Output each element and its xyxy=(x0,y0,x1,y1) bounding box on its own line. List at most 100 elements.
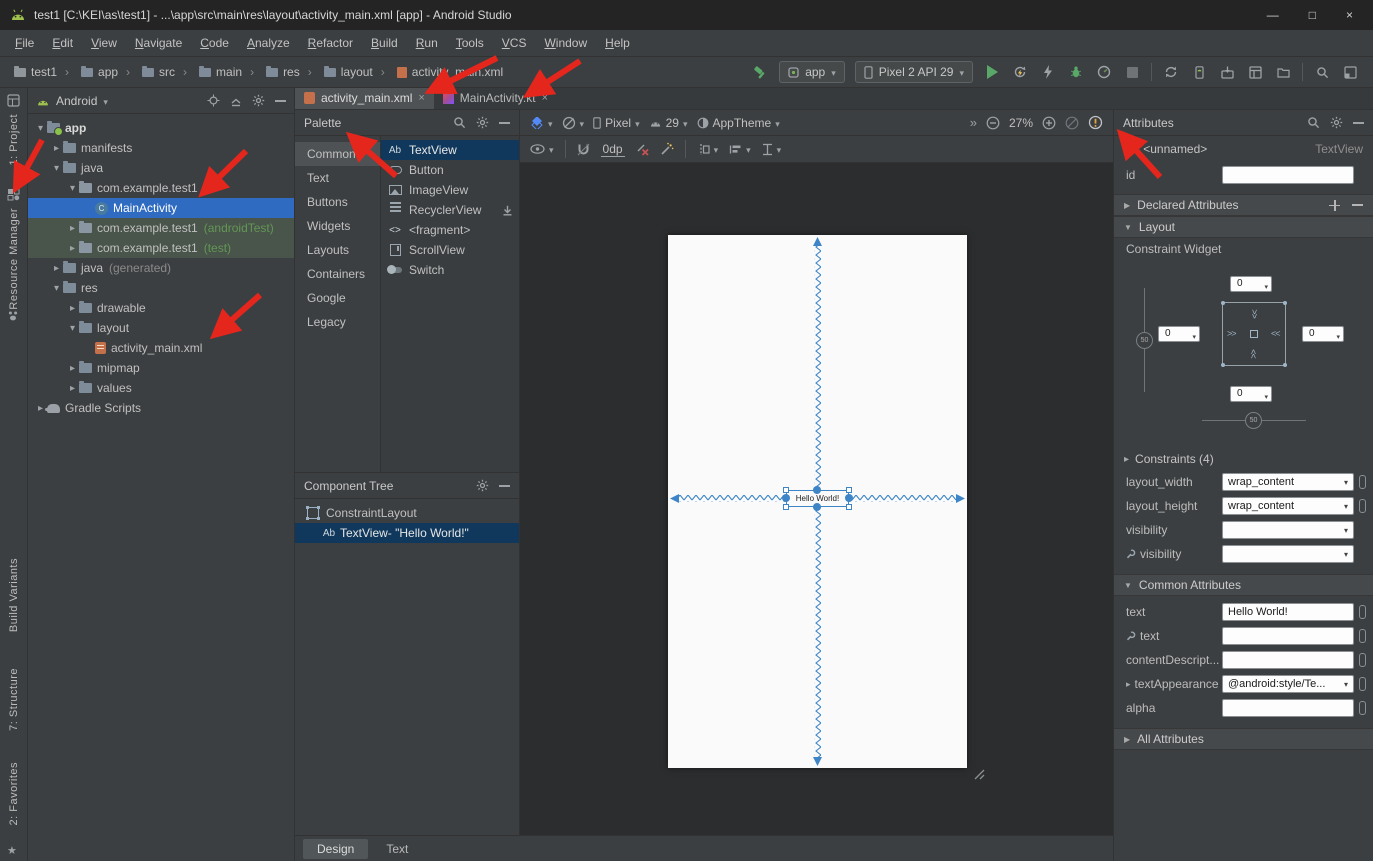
text-input[interactable]: Hello World! xyxy=(1222,603,1354,621)
close-tab-icon[interactable]: × xyxy=(542,92,548,104)
chevron-expanded-icon[interactable] xyxy=(66,183,79,194)
tab-mainactivity-kt[interactable]: MainActivity.kt × xyxy=(434,87,557,109)
margin-right-combo[interactable]: 0 xyxy=(1302,326,1344,342)
palette-item-imageview[interactable]: ImageView xyxy=(381,180,519,200)
menu-navigate[interactable]: Navigate xyxy=(126,32,191,54)
device-file-explorer-icon[interactable] xyxy=(1274,63,1292,81)
tree-item-java[interactable]: java xyxy=(28,158,294,178)
chevron-collapsed-icon[interactable] xyxy=(50,143,63,154)
resource-picker-flag[interactable] xyxy=(1359,475,1366,489)
menu-file[interactable]: File xyxy=(6,32,43,54)
device-menu[interactable]: Pixel xyxy=(593,116,640,130)
issues-icon[interactable] xyxy=(1088,115,1103,130)
run-button[interactable] xyxy=(983,63,1001,81)
tree-item-manifests[interactable]: manifests xyxy=(28,138,294,158)
palette-category-text[interactable]: Text xyxy=(295,166,380,190)
device-canvas[interactable]: Hello World! xyxy=(668,235,967,768)
autoconnect-magnet-icon[interactable] xyxy=(577,143,590,156)
wrap-spring-top[interactable] xyxy=(1250,309,1259,318)
zoom-out-icon[interactable] xyxy=(986,116,1000,130)
zoom-level[interactable]: 27% xyxy=(1009,116,1033,130)
expand-icon[interactable]: ▸ xyxy=(1126,679,1131,690)
menu-tools[interactable]: Tools xyxy=(447,32,493,54)
resource-picker-flag[interactable] xyxy=(1359,629,1366,643)
chevron-expanded-icon[interactable] xyxy=(50,283,63,294)
chevron-collapsed-icon[interactable] xyxy=(50,263,63,274)
resize-handle-bottom-left[interactable] xyxy=(783,504,789,510)
alpha-input[interactable] xyxy=(1222,699,1354,717)
sdk-manager-icon[interactable] xyxy=(1218,63,1236,81)
palette-category-containers[interactable]: Containers xyxy=(295,262,380,286)
chevron-collapsed-icon[interactable] xyxy=(66,243,79,254)
chevron-expanded-icon[interactable] xyxy=(66,323,79,334)
resource-picker-flag[interactable] xyxy=(1359,499,1366,513)
tree-item-mainactivity[interactable]: MainActivity xyxy=(28,198,294,218)
build-hammer-icon[interactable] xyxy=(751,63,769,81)
tree-item-package-test[interactable]: com.example.test1(test) xyxy=(28,238,294,258)
menu-edit[interactable]: Edit xyxy=(43,32,82,54)
tree-item-java-generated[interactable]: java(generated) xyxy=(28,258,294,278)
text-mode-tab[interactable]: Text xyxy=(372,839,422,859)
tool-window-project[interactable]: 1: Project xyxy=(8,114,20,165)
palette-category-legacy[interactable]: Legacy xyxy=(295,310,380,334)
horizontal-bias-handle[interactable]: 50 xyxy=(1245,412,1262,429)
sync-project-icon[interactable] xyxy=(1162,63,1180,81)
breadcrumb-main[interactable]: main xyxy=(179,65,246,79)
tree-item-layout[interactable]: layout xyxy=(28,318,294,338)
palette-item-fragment[interactable]: <><fragment> xyxy=(381,220,519,240)
default-margin-selector[interactable]: 0dp xyxy=(601,142,625,157)
resource-picker-flag[interactable] xyxy=(1359,701,1366,715)
tree-item-drawable[interactable]: drawable xyxy=(28,298,294,318)
close-button[interactable]: × xyxy=(1346,8,1353,22)
tool-window-resource-manager[interactable]: Resource Manager xyxy=(8,208,20,310)
breadcrumb-app[interactable]: app xyxy=(61,65,122,79)
chevron-collapsed-icon[interactable] xyxy=(66,303,79,314)
tree-item-res[interactable]: res xyxy=(28,278,294,298)
margin-left-combo[interactable]: 0 xyxy=(1158,326,1200,342)
menu-help[interactable]: Help xyxy=(596,32,639,54)
search-icon[interactable] xyxy=(453,116,466,129)
pin-stripe-icon[interactable] xyxy=(7,310,19,322)
menu-run[interactable]: Run xyxy=(407,32,447,54)
minimize-button[interactable]: — xyxy=(1267,8,1279,22)
star-icon[interactable]: ★ xyxy=(7,844,17,857)
palette-category-layouts[interactable]: Layouts xyxy=(295,238,380,262)
content-description-input[interactable] xyxy=(1222,651,1354,669)
layout-section[interactable]: Layout xyxy=(1114,216,1373,238)
component-tree-textview[interactable]: AbTextView- "Hello World!" xyxy=(295,523,519,543)
download-icon[interactable] xyxy=(502,205,513,216)
apply-changes-icon[interactable] xyxy=(1011,63,1029,81)
maximize-button[interactable]: □ xyxy=(1309,8,1316,22)
menu-code[interactable]: Code xyxy=(191,32,238,54)
declared-attributes-section[interactable]: Declared Attributes xyxy=(1114,194,1373,216)
vertical-bias-handle[interactable]: 50 xyxy=(1136,332,1153,349)
layout-inspector-icon[interactable] xyxy=(1246,63,1264,81)
chevron-collapsed-icon[interactable] xyxy=(66,223,79,234)
tools-text-input[interactable] xyxy=(1222,627,1354,645)
wrap-spring-bottom[interactable] xyxy=(1250,350,1259,359)
api-level-menu[interactable]: 29 xyxy=(649,116,688,130)
design-surface-selector[interactable] xyxy=(530,116,553,130)
gear-icon[interactable] xyxy=(476,116,489,129)
palette-item-recyclerview[interactable]: RecyclerView xyxy=(381,200,519,220)
resource-picker-flag[interactable] xyxy=(1359,677,1366,691)
hide-panel-icon[interactable] xyxy=(499,485,510,487)
canvas-resize-grip[interactable] xyxy=(971,766,985,780)
gear-icon[interactable] xyxy=(476,479,489,492)
design-canvas-region[interactable]: Hello World! xyxy=(520,163,1113,835)
margin-bottom-combo[interactable]: 0 xyxy=(1230,386,1272,402)
tree-item-values[interactable]: values xyxy=(28,378,294,398)
hide-panel-icon[interactable] xyxy=(499,122,510,124)
remove-attribute-button[interactable] xyxy=(1352,204,1363,206)
add-attribute-button[interactable] xyxy=(1329,200,1340,211)
constraint-box[interactable] xyxy=(1222,302,1286,366)
palette-item-textview[interactable]: AbTextView xyxy=(381,140,519,160)
close-tab-icon[interactable]: × xyxy=(418,92,424,104)
tree-item-package-androidtest[interactable]: com.example.test1(androidTest) xyxy=(28,218,294,238)
tree-item-activity-main-xml[interactable]: activity_main.xml xyxy=(28,338,294,358)
pack-menu[interactable] xyxy=(762,142,782,156)
overflow-icon[interactable]: » xyxy=(970,115,977,130)
margin-top-combo[interactable]: 0 xyxy=(1230,276,1272,292)
menu-analyze[interactable]: Analyze xyxy=(238,32,299,54)
clear-constraints-icon[interactable] xyxy=(636,143,649,156)
